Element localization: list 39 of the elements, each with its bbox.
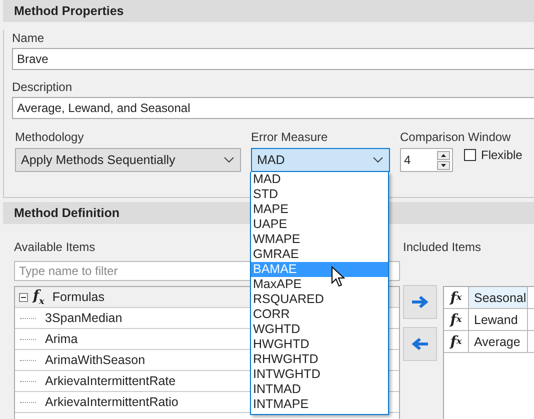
- dropdown-option[interactable]: MAPE: [251, 202, 388, 217]
- dropdown-option[interactable]: HWGHTD: [251, 337, 388, 352]
- dropdown-option[interactable]: MAD: [251, 172, 388, 187]
- methodology-dropdown[interactable]: Apply Methods Sequentially: [15, 148, 241, 172]
- table-cell: Seasonal: [469, 287, 528, 308]
- dropdown-option[interactable]: RSQUARED: [251, 292, 388, 307]
- arrow-right-icon: [411, 295, 429, 309]
- list-label: Available Items: [14, 239, 96, 255]
- name-field[interactable]: Brave: [12, 48, 534, 70]
- arrow-left-icon: [411, 337, 429, 351]
- spin-up-icon[interactable]: [437, 150, 450, 160]
- description-field[interactable]: Average, Lewand, and Seasonal: [12, 97, 534, 119]
- flexible-checkbox[interactable]: [464, 149, 476, 161]
- field-label: Methodology: [15, 129, 84, 145]
- list-label: Included Items: [403, 239, 482, 255]
- dropdown-option[interactable]: RHWGHTD: [251, 352, 388, 367]
- formula-icon: f$_{x}$: [33, 288, 44, 306]
- section-header: Method Properties: [3, 0, 534, 22]
- field-label: Name: [12, 30, 44, 46]
- field-label: Description: [12, 79, 72, 95]
- dropdown-option[interactable]: STD: [251, 187, 388, 202]
- remove-button[interactable]: [403, 327, 437, 361]
- field-label: Comparison Window: [400, 129, 511, 145]
- field-label: Error Measure: [251, 129, 328, 145]
- collapse-icon[interactable]: [19, 292, 28, 302]
- dropdown-option[interactable]: CORR: [251, 307, 388, 322]
- error-measure-dropdown[interactable]: MAD: [251, 148, 390, 172]
- spin-down-icon[interactable]: [437, 160, 450, 170]
- dropdown-option[interactable]: GMRAE: [251, 247, 388, 262]
- mouse-pointer-icon: [331, 266, 345, 288]
- chevron-down-icon: [373, 157, 383, 163]
- comparison-window-spinner[interactable]: 4: [400, 148, 453, 172]
- add-button[interactable]: [403, 285, 437, 319]
- chevron-down-icon: [224, 157, 234, 163]
- table-cell: Lewand: [469, 309, 528, 330]
- table-cell: Average: [469, 331, 528, 352]
- checkbox-label: Flexible: [481, 148, 522, 162]
- dropdown-option[interactable]: WMAPE: [251, 232, 388, 247]
- dropdown-option[interactable]: INTMAPE: [251, 397, 388, 412]
